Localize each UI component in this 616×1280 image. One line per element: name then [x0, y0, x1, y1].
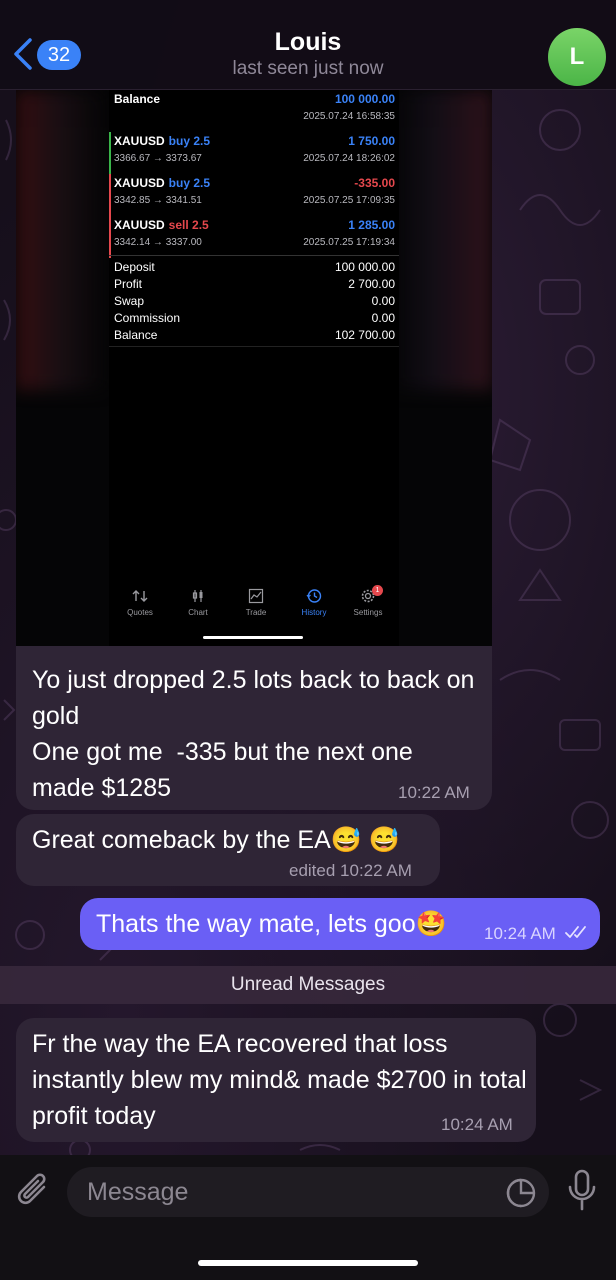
paperclip-icon[interactable]: [16, 1171, 52, 1211]
summary-label: Deposit: [114, 260, 155, 274]
summary-row-profit: Profit 2 700.00: [114, 277, 395, 294]
history-screen: Balance 100 000.00 2025.07.24 16:58:35 X…: [109, 90, 399, 646]
balance-row-top: Balance 100 000.00 2025.07.24 16:58:35: [109, 90, 399, 132]
summary-row-swap: Swap 0.00: [114, 294, 395, 311]
message-input[interactable]: Message: [67, 1167, 549, 1217]
tab-quotes: Quotes: [111, 588, 169, 617]
balance-value: 100 000.00: [334, 92, 395, 106]
trade-prices: 3366.67 → 3373.67: [114, 153, 202, 164]
tab-history: History: [285, 588, 343, 617]
message-time: 10:24 AM: [441, 1115, 513, 1134]
tab-label: History: [301, 608, 327, 617]
trade-date: 2025.07.25 17:19:34: [303, 237, 395, 248]
tab-label: Settings: [353, 608, 383, 617]
incoming-message-bubble[interactable]: Fr the way the EA recovered that loss in…: [16, 1018, 536, 1142]
tab-label: Trade: [245, 608, 267, 617]
sticker-icon[interactable]: [505, 1177, 537, 1209]
summary-divider: [109, 255, 399, 256]
trade-date: 2025.07.25 17:09:35: [303, 195, 395, 206]
trade-profit: -335.00: [354, 176, 395, 190]
microphone-icon[interactable]: [566, 1169, 598, 1211]
message-time: 10:24 AM: [484, 924, 556, 943]
history-icon: [306, 589, 322, 603]
trade-prices: 3342.85 → 3341.51: [114, 195, 202, 206]
trade-row: XAUUSD buy 2.5 3366.67 → 3373.67 1 750.00…: [109, 132, 399, 174]
message-time: edited 10:22 AM: [289, 861, 412, 880]
trade-row: XAUUSD buy 2.5 3342.85 → 3341.51 -335.00 …: [109, 174, 399, 216]
trade-side: buy 2.5: [168, 176, 211, 190]
tab-label: Chart: [188, 608, 208, 617]
trade-profit: 1 285.00: [348, 218, 395, 232]
blurred-background-left: [16, 90, 106, 390]
settings-notification-badge: 1: [372, 585, 383, 596]
trading-history-screenshot[interactable]: Balance 100 000.00 2025.07.24 16:58:35 X…: [16, 90, 492, 646]
tab-settings: Settings 1: [339, 585, 397, 617]
double-check-icon: [565, 926, 586, 938]
trade-indicator-bar: [109, 216, 111, 258]
tab-label: Quotes: [127, 608, 153, 617]
message-input-placeholder: Message: [87, 1178, 189, 1206]
trade-indicator-bar: [109, 174, 111, 216]
balance-date: 2025.07.24 16:58:35: [303, 111, 395, 122]
trade-row: XAUUSD sell 2.5 3342.14 → 3337.00 1 285.0…: [109, 216, 399, 258]
unread-messages-divider: Unread Messages: [0, 966, 616, 1004]
message-time: 10:22 AM: [398, 783, 470, 802]
trade-side: sell 2.5: [168, 218, 209, 232]
chart-icon: [192, 590, 203, 602]
home-indicator: [198, 1260, 418, 1266]
summary-label: Profit: [114, 277, 143, 291]
message-text: Thats the way mate, lets goo🤩: [96, 910, 447, 938]
summary-row-deposit: Deposit 100 000.00: [114, 260, 395, 277]
summary-label: Commission: [114, 311, 181, 325]
trade-date: 2025.07.24 18:26:02: [303, 153, 395, 164]
incoming-message-bubble[interactable]: Great comeback by the EA😅 😅 edited 10:22…: [16, 814, 440, 886]
summary-row-balance: Balance 102 700.00: [114, 328, 395, 345]
trade-side: buy 2.5: [168, 134, 211, 148]
balance-label: Balance: [114, 92, 161, 106]
summary-value: 2 700.00: [348, 277, 395, 291]
summary-value: 100 000.00: [334, 260, 395, 274]
summary-value: 0.00: [371, 294, 395, 308]
message-composer: Message: [0, 1155, 616, 1280]
chat-title[interactable]: Louis: [0, 28, 616, 57]
quotes-icon: [132, 590, 148, 602]
trade-icon: [248, 588, 264, 604]
message-text: Great comeback by the EA😅 😅: [32, 826, 400, 854]
trade-profit: 1 750.00: [348, 134, 395, 148]
summary-value: 102 700.00: [334, 328, 395, 342]
summary-label: Swap: [114, 294, 145, 308]
trade-prices: 3342.14 → 3337.00: [114, 237, 202, 248]
last-seen-status: last seen just now: [232, 58, 384, 79]
trade-symbol: XAUUSD: [114, 176, 165, 190]
tab-trade: Trade: [227, 588, 285, 617]
trade-indicator-bar: [109, 132, 111, 174]
summary-label: Balance: [114, 328, 158, 342]
app-tab-bar: Quotes Chart Trade History Settings 1: [109, 585, 399, 628]
screenshot-home-indicator: [203, 636, 303, 639]
trade-symbol: XAUUSD: [114, 134, 165, 148]
tab-chart: Chart: [169, 588, 227, 617]
photo-message-bubble[interactable]: Balance 100 000.00 2025.07.24 16:58:35 X…: [16, 90, 492, 810]
summary-bottom-divider: [109, 346, 399, 347]
summary-value: 0.00: [371, 311, 395, 325]
blurred-background-right: [392, 90, 492, 390]
avatar[interactable]: L: [548, 28, 606, 86]
outgoing-message-bubble[interactable]: Thats the way mate, lets goo🤩 10:24 AM: [80, 898, 600, 950]
summary-row-commission: Commission 0.00: [114, 311, 395, 328]
chat-header: 32 Louis last seen just now L: [0, 0, 616, 90]
trade-symbol: XAUUSD: [114, 218, 165, 232]
